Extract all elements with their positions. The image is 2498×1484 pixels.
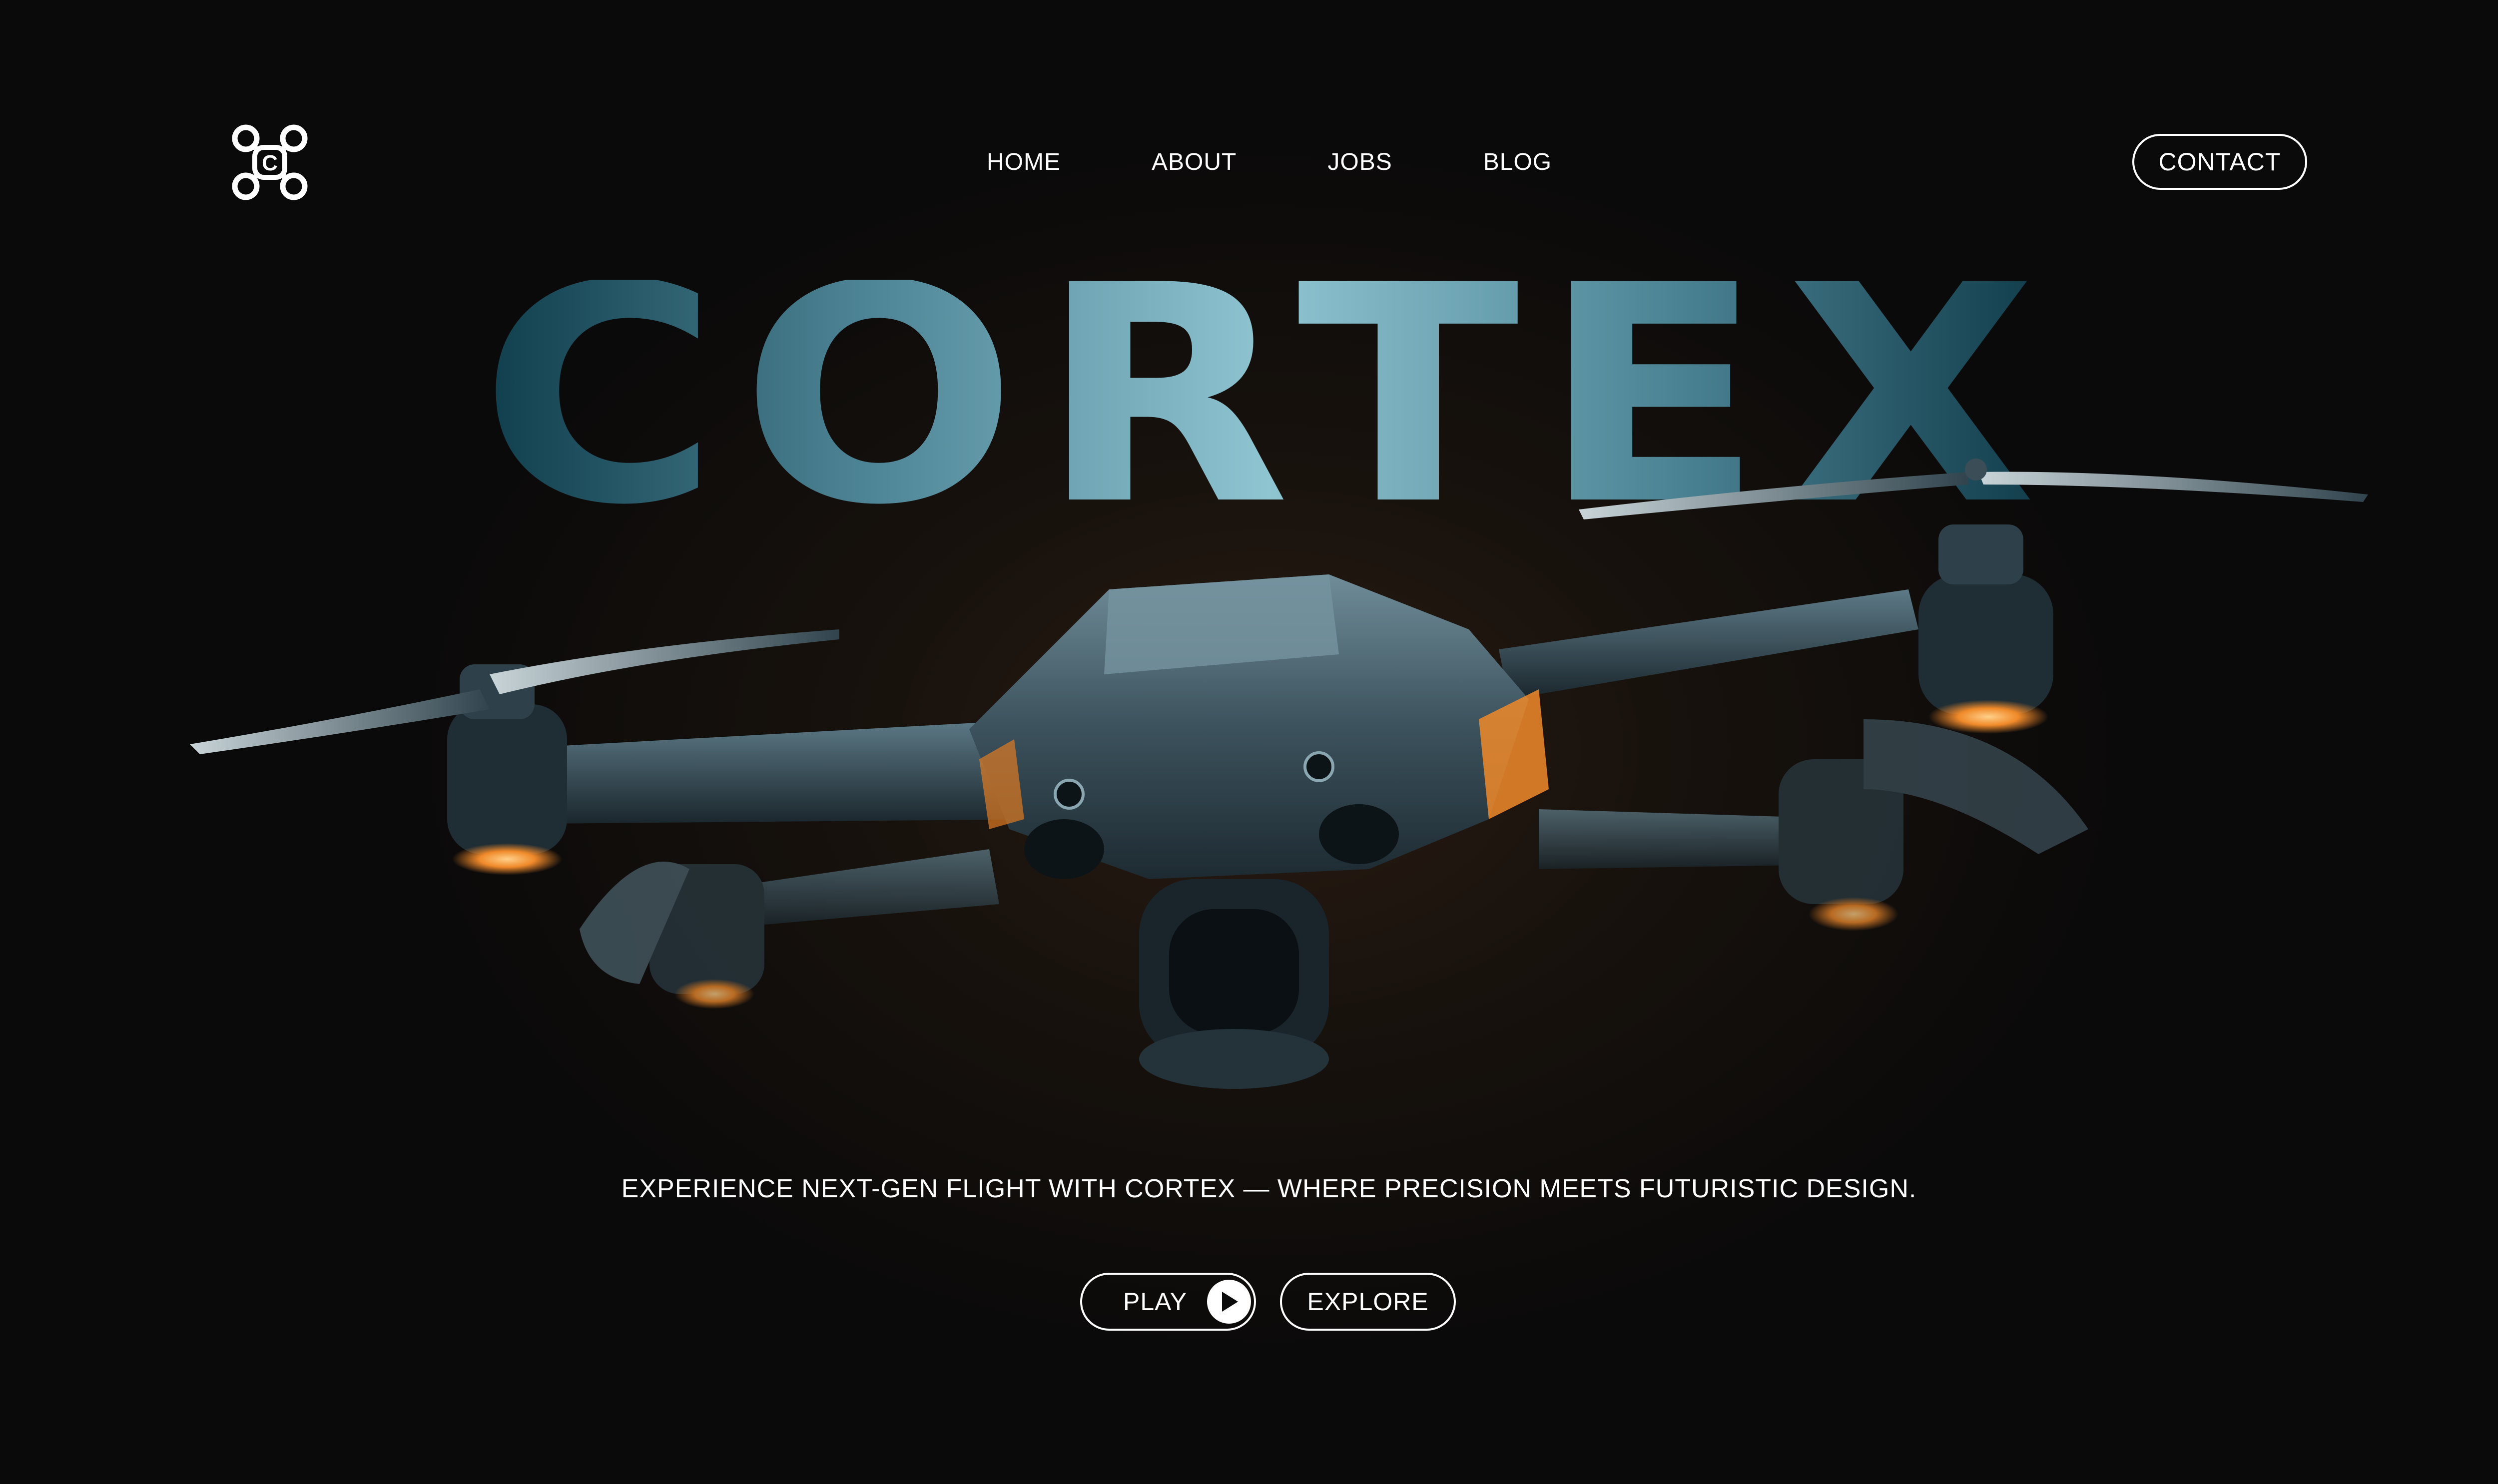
contact-button[interactable]: CONTACT	[2132, 134, 2307, 190]
play-button[interactable]: PLAY	[1080, 1273, 1256, 1331]
explore-button[interactable]: EXPLORE	[1280, 1273, 1456, 1331]
nav-about[interactable]: ABOUT	[1152, 145, 1237, 180]
play-icon	[1207, 1280, 1251, 1324]
main-nav: HOME ABOUT JOBS BLOG	[987, 145, 1552, 180]
drone-logo-icon[interactable]: C	[230, 122, 310, 202]
play-button-label: PLAY	[1123, 1288, 1188, 1316]
nav-home[interactable]: HOME	[987, 145, 1061, 180]
hero-page: C HOME ABOUT JOBS BLOG CONTACT CORTEX EX…	[0, 0, 2498, 1484]
nav-jobs[interactable]: JOBS	[1327, 145, 1392, 180]
logo-letter: C	[262, 151, 278, 175]
cta-row: PLAY EXPLORE	[1080, 1273, 1456, 1331]
drone-arm-left	[490, 719, 1049, 824]
drone-body	[969, 574, 1549, 1089]
drone-motor-right	[1579, 459, 2368, 734]
drone-image	[190, 459, 2368, 1089]
hero-tagline: EXPERIENCE NEXT-GEN FLIGHT WITH CORTEX —…	[621, 1174, 1917, 1203]
drone-arm-right	[1499, 589, 1918, 699]
nav-blog[interactable]: BLOG	[1483, 145, 1552, 180]
